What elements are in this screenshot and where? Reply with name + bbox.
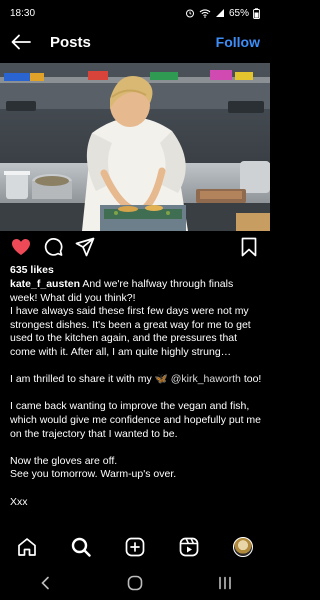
signal-icon: [215, 9, 224, 17]
caption-intro: kate_f_austen And we're halfway through …: [10, 278, 262, 305]
nav-profile[interactable]: [230, 534, 256, 560]
caption-paragraph-5-line-1: Now the gloves are off.: [10, 454, 118, 467]
follow-button[interactable]: Follow: [216, 34, 260, 50]
comment-button[interactable]: [42, 236, 64, 258]
reels-icon: [179, 537, 199, 557]
caption-paragraph-4: I came back wanting to improve the vegan…: [10, 400, 261, 440]
system-home-button[interactable]: [122, 570, 148, 596]
like-button[interactable]: [10, 236, 32, 258]
app-header: Posts Follow: [0, 26, 270, 58]
back-button[interactable]: [10, 31, 32, 53]
system-back-button[interactable]: [32, 570, 58, 596]
arrow-left-icon: [11, 34, 31, 50]
nav-reels[interactable]: [176, 534, 202, 560]
status-time: 18:30: [10, 7, 36, 19]
heart-icon: [12, 239, 30, 255]
battery-percent: 65%: [228, 7, 249, 19]
nav-create[interactable]: [122, 534, 148, 560]
nav-search[interactable]: [68, 534, 94, 560]
post-caption: kate_f_austen And we're halfway through …: [10, 278, 262, 509]
caption-p3-before: I am thrilled to share it with my 🦋: [10, 373, 171, 386]
search-icon: [71, 537, 91, 557]
battery-icon: [253, 7, 260, 19]
caption-paragraph-2: I have always said these first few days …: [10, 305, 251, 358]
bottom-navigation: [0, 530, 270, 564]
caption-paragraph-3: I am thrilled to share it with my 🦋 @kir…: [10, 373, 262, 387]
alarm-icon: [185, 9, 194, 18]
status-icons: 65%: [185, 8, 260, 19]
likes-count[interactable]: 635 likes: [10, 264, 54, 276]
bookmark-icon: [241, 237, 257, 257]
circle-home-icon: [127, 575, 143, 591]
share-button[interactable]: [74, 236, 96, 258]
recents-icon: [219, 576, 231, 590]
chevron-left-icon: [41, 576, 49, 590]
post-image[interactable]: [0, 63, 270, 231]
kitchen-photo: [0, 63, 270, 231]
status-bar: 18:30 65%: [0, 0, 270, 26]
mention-link[interactable]: @kirk_haworth: [171, 373, 241, 385]
post-username[interactable]: kate_f_austen: [10, 278, 80, 290]
system-navigation: [0, 566, 270, 600]
post-actions: [0, 235, 270, 259]
wifi-icon: [199, 9, 211, 18]
home-icon: [18, 538, 36, 556]
page-title: Posts: [50, 33, 91, 51]
system-recents-button[interactable]: [212, 570, 238, 596]
caption-paragraph-5-line-2: See you tomorrow. Warm-up's over.: [10, 468, 177, 481]
paper-plane-icon: [75, 237, 95, 257]
plus-square-icon: [125, 537, 145, 557]
nav-home[interactable]: [14, 534, 40, 560]
caption-signoff: Xxx: [10, 495, 28, 508]
save-button[interactable]: [238, 236, 260, 258]
comment-bubble-icon: [44, 238, 63, 256]
profile-avatar: [233, 537, 253, 557]
caption-p3-after: too!: [240, 373, 262, 386]
